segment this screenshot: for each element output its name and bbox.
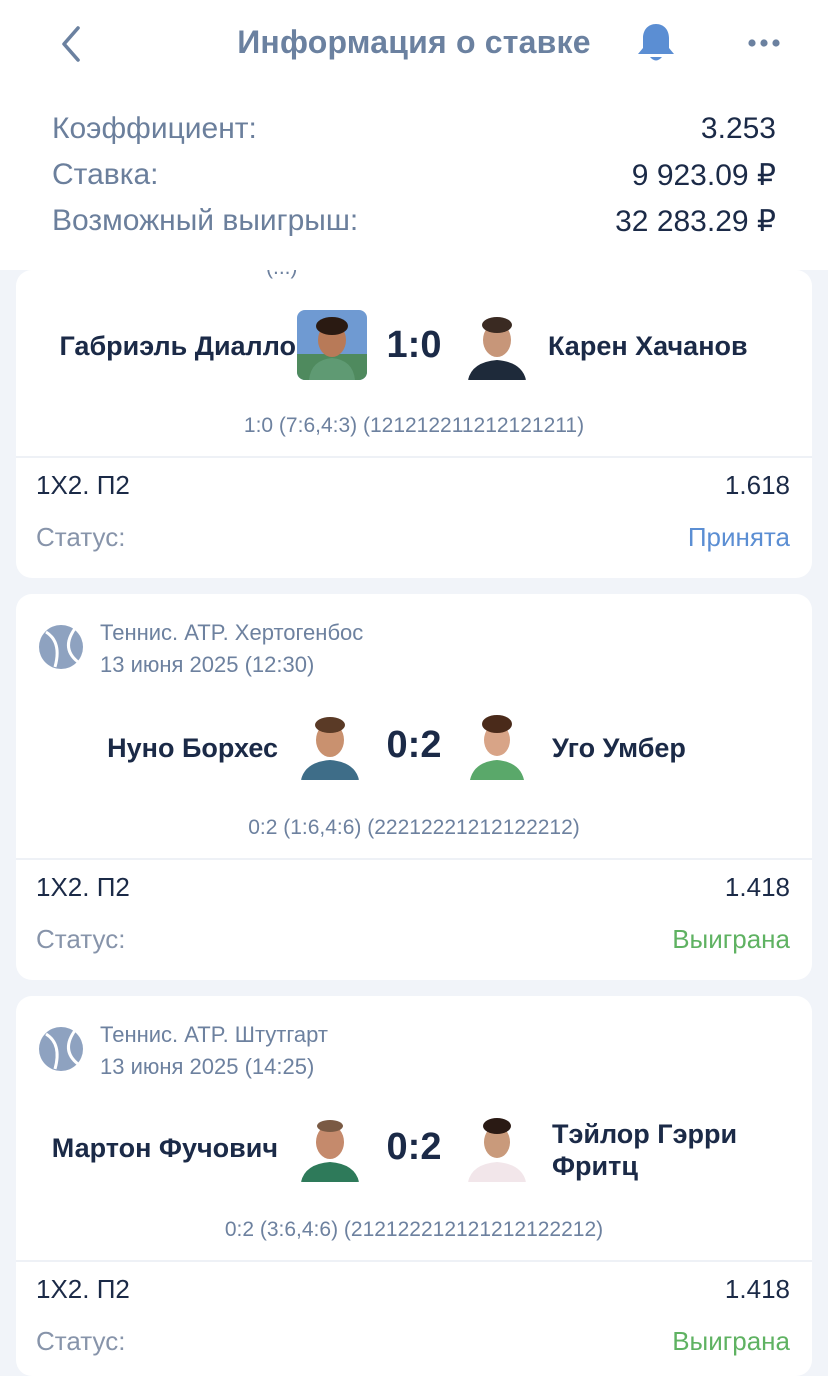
event-card[interactable]: Теннис. ATP. Штутгарт 13 июня 2025 (14:2…	[16, 996, 812, 1376]
status-label: Статус:	[36, 1326, 126, 1356]
match-details: 0:2 (1:6,4:6) (22212221212122212)	[248, 816, 580, 839]
top-bar: Информация о ставке	[0, 0, 828, 90]
match-score: 0:2	[386, 724, 442, 766]
event-date: 13 июня 2025 (14:25)	[100, 1054, 315, 1079]
more-horizontal-icon	[748, 39, 780, 47]
match-details: 1:0 (7:6,4:3) (121212211212121211)	[243, 414, 585, 437]
status-value: Принята	[687, 522, 790, 552]
player2-name: Уго Умбер	[552, 733, 686, 763]
coefficient-value: 3.253	[700, 112, 776, 145]
stake-value: 9 923.09 ₽	[631, 159, 776, 192]
match-score: 0:2	[386, 1126, 442, 1168]
odd-value: 1.418	[724, 1274, 790, 1304]
market-label: 1Х2. П2	[36, 470, 130, 500]
coefficient-row: Коэффициент: 3.253	[52, 112, 776, 156]
player1-name: Нуно Борхес	[107, 733, 278, 763]
possible-win-row: Возможный выигрыш: 32 283.29 ₽	[52, 204, 776, 248]
event-card[interactable]: Теннис. ATP. Хертогенбос 13 июня 2025 (1…	[16, 594, 812, 980]
status-value: Выиграна	[672, 924, 790, 954]
divider	[16, 1260, 812, 1262]
divider	[16, 858, 812, 860]
event-card[interactable]: (...) Габриэль Диалло 1:0 Карен Хачанов …	[16, 270, 812, 578]
stake-row: Ставка: 9 923.09 ₽	[52, 158, 776, 202]
tennis-ball-icon	[39, 625, 83, 669]
league-name: Теннис. ATP. Штутгарт	[100, 1022, 328, 1047]
player2-name: Тэйлор Гэрри Фритц	[552, 1119, 738, 1181]
coefficient-label: Коэффициент:	[52, 112, 257, 145]
player2-avatar	[462, 710, 532, 780]
market-label: 1Х2. П2	[36, 872, 130, 902]
player1-name: Габриэль Диалло	[59, 331, 296, 361]
event-date-cut: (...)	[266, 270, 298, 280]
possible-win-label: Возможный выигрыш:	[52, 204, 359, 237]
status-label: Статус:	[36, 924, 126, 954]
player2-avatar	[462, 310, 532, 380]
stake-label: Ставка:	[52, 158, 159, 191]
status-value: Выиграна	[672, 1326, 790, 1356]
match-details: 0:2 (3:6,4:6) (212122212121212122212)	[224, 1218, 604, 1241]
divider	[16, 456, 812, 458]
tennis-ball-icon	[39, 1027, 83, 1071]
status-label: Статус:	[36, 522, 126, 552]
possible-win-value: 32 283.29 ₽	[615, 205, 776, 238]
odd-value: 1.618	[724, 470, 790, 500]
market-label: 1Х2. П2	[36, 1274, 130, 1304]
league-name: Теннис. ATP. Хертогенбос	[100, 620, 364, 645]
player2-avatar	[462, 1112, 532, 1182]
player2-name: Карен Хачанов	[548, 331, 748, 361]
notifications-button[interactable]	[634, 20, 678, 66]
odd-value: 1.418	[724, 872, 790, 902]
player1-avatar	[295, 1112, 365, 1182]
match-score: 1:0	[386, 324, 442, 366]
event-date: 13 июня 2025 (12:30)	[100, 652, 315, 677]
bell-icon	[638, 24, 674, 61]
page-title: Информация о ставке	[237, 24, 591, 60]
bet-summary: Коэффициент: 3.253 Ставка: 9 923.09 ₽ Во…	[0, 90, 828, 270]
player1-name: Мартон Фучович	[51, 1133, 278, 1163]
player1-avatar	[295, 710, 365, 780]
more-button[interactable]	[744, 30, 784, 56]
player1-avatar	[297, 310, 367, 380]
